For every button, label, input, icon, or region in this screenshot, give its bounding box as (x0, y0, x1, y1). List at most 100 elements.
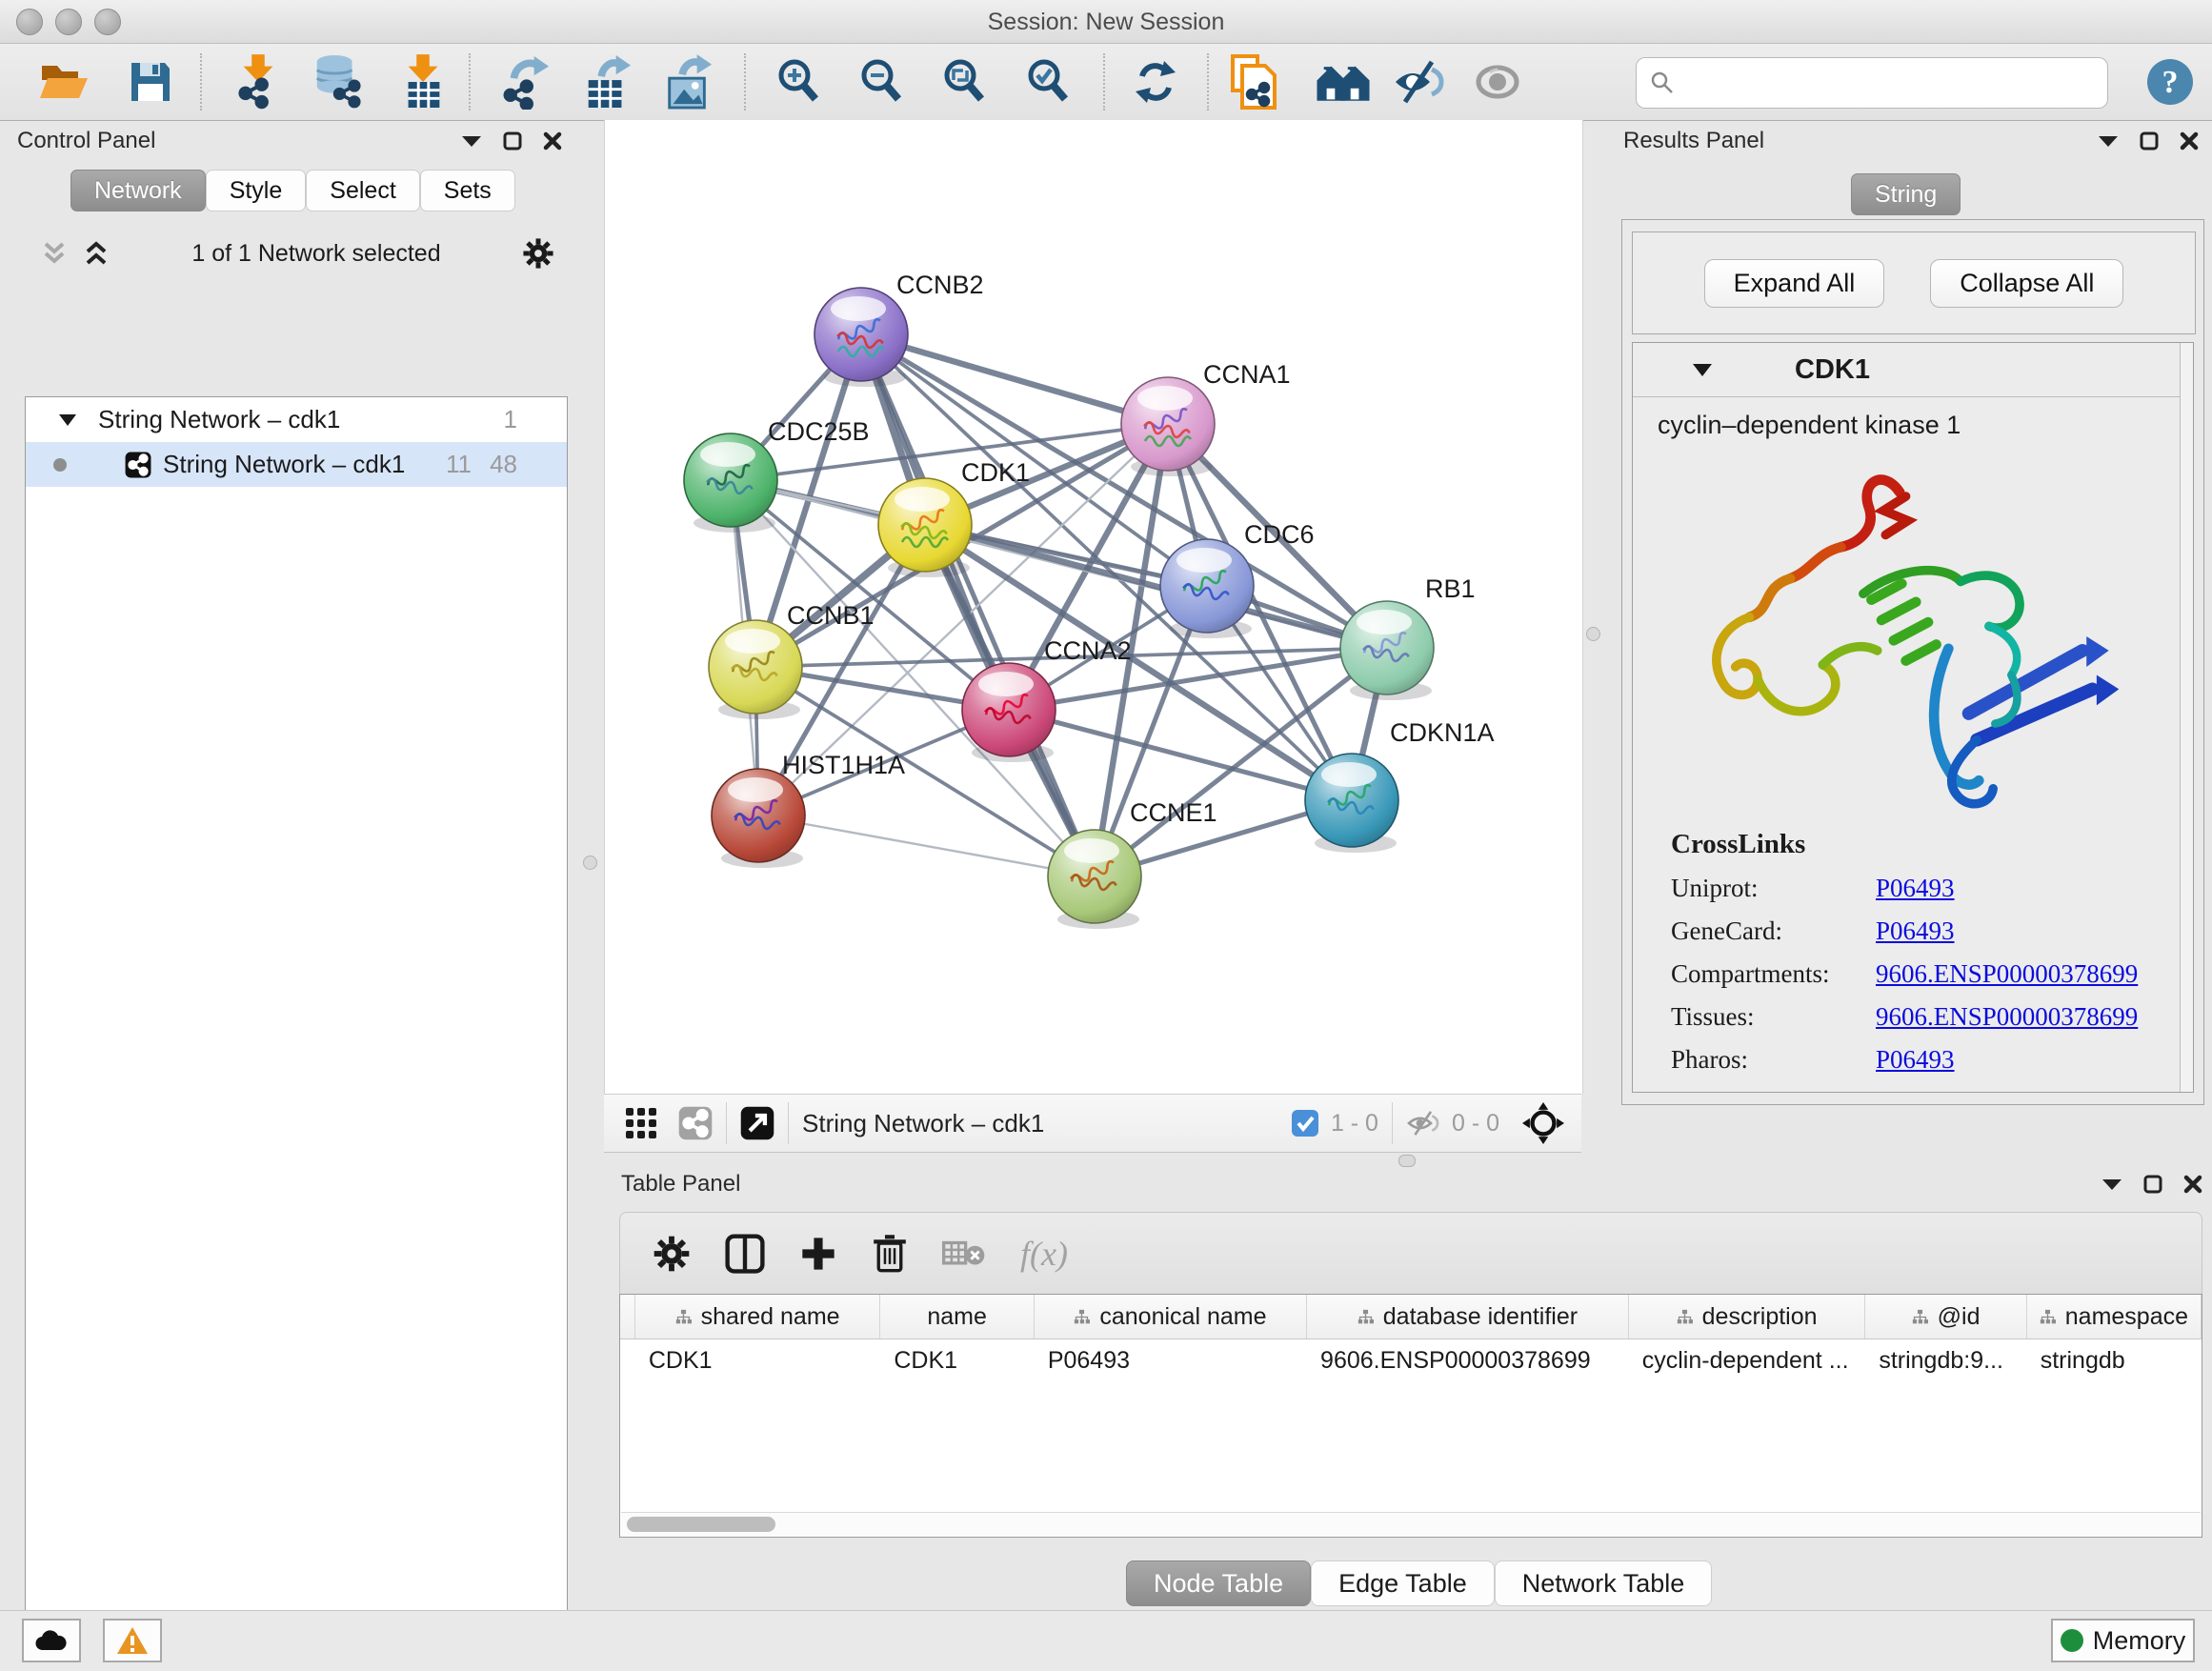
column-header-databaseidentifier[interactable]: database identifier (1307, 1295, 1629, 1339)
table-cell[interactable]: stringdb:9... (1865, 1339, 2026, 1381)
panel-menu-icon[interactable] (461, 134, 482, 148)
table-cell[interactable]: CDK1 (880, 1339, 1034, 1381)
column-header-namespace[interactable]: namespace (2027, 1295, 2202, 1339)
table-cell[interactable]: CDK1 (635, 1339, 881, 1381)
network-collection-row[interactable]: String Network – cdk1 1 (26, 397, 567, 442)
zoom-fit-icon[interactable] (937, 55, 991, 109)
delete-column-icon[interactable] (872, 1234, 908, 1274)
results-content-box: Expand All Collapse All CDK1 cyclin–depe… (1621, 219, 2204, 1105)
network-graph[interactable]: CCNB2CCNA1CDC25BCDK1CDC6RB1CCNB1CCNA2CDK… (605, 120, 1582, 1094)
import-network-database-icon[interactable] (312, 55, 365, 109)
clone-network-icon[interactable] (1227, 55, 1280, 109)
left-splitter-handle[interactable] (583, 856, 597, 870)
network-node-cdc25b[interactable]: CDC25B (684, 417, 870, 533)
selected-nodes-checkbox-icon[interactable] (1291, 1109, 1319, 1137)
import-table-icon[interactable] (396, 55, 450, 109)
add-column-icon[interactable] (799, 1235, 837, 1273)
table-row[interactable]: CDK1CDK1P064939606.ENSP00000378699cyclin… (620, 1339, 2202, 1381)
crosslink-value-link[interactable]: P06493 (1876, 916, 1955, 946)
open-file-icon[interactable] (38, 55, 91, 109)
collapse-all-networks-icon[interactable] (40, 239, 69, 268)
delete-table-icon[interactable] (942, 1238, 986, 1270)
network-options-gear-icon[interactable] (522, 237, 554, 270)
results-scrollbar[interactable] (2180, 343, 2193, 1092)
node-label: CDC6 (1244, 520, 1315, 549)
network-node-rb1[interactable]: RB1 (1340, 574, 1476, 700)
panel-close-icon[interactable] (2180, 131, 2199, 151)
panel-close-icon[interactable] (2183, 1175, 2202, 1194)
expand-all-networks-icon[interactable] (82, 239, 111, 268)
network-row-selected[interactable]: String Network – cdk1 11 48 (26, 442, 567, 487)
crosslink-value-link[interactable]: 9606.ENSP00000378699 (1876, 959, 2138, 989)
zoom-out-icon[interactable] (855, 55, 908, 109)
panel-float-icon[interactable] (2140, 131, 2159, 151)
refresh-icon[interactable] (1129, 55, 1182, 109)
crosslink-value-link[interactable]: P06493 (1876, 874, 1955, 903)
collapse-all-button[interactable]: Collapse All (1930, 259, 2123, 308)
tab-select[interactable]: Select (306, 170, 419, 211)
hidden-nodes-eye-icon[interactable] (1406, 1108, 1442, 1138)
table-cell[interactable]: 9606.ENSP00000378699 (1307, 1339, 1629, 1381)
expand-all-button[interactable]: Expand All (1704, 259, 1885, 308)
panel-menu-icon[interactable] (2098, 134, 2119, 148)
hide-annotations-icon[interactable] (1393, 55, 1446, 109)
entry-name: CDK1 (1795, 354, 1870, 386)
panel-close-icon[interactable] (543, 131, 562, 151)
show-columns-icon[interactable] (725, 1234, 765, 1274)
tab-edge-table[interactable]: Edge Table (1311, 1560, 1495, 1606)
table-cell[interactable]: stringdb (2027, 1339, 2202, 1381)
column-header-name[interactable]: name (880, 1295, 1034, 1339)
network-canvas[interactable]: CCNB2CCNA1CDC25BCDK1CDC6RB1CCNB1CCNA2CDK… (604, 120, 1583, 1094)
import-network-file-icon[interactable] (231, 55, 285, 109)
tab-sets[interactable]: Sets (420, 170, 515, 211)
export-network-icon[interactable] (498, 55, 552, 109)
column-header-sharedname[interactable]: shared name (635, 1295, 881, 1339)
crosslink-value-link[interactable]: P06493 (1876, 1045, 1955, 1075)
entry-collapse-icon[interactable] (1692, 363, 1713, 377)
tab-style[interactable]: Style (206, 170, 307, 211)
column-header-id[interactable]: @id (1865, 1295, 2026, 1339)
tab-network-table[interactable]: Network Table (1495, 1560, 1713, 1606)
crosslink-value-link[interactable]: 9606.ENSP00000378699 (1876, 1002, 2138, 1032)
node-label: CCNB2 (896, 271, 984, 299)
zoom-in-icon[interactable] (772, 55, 825, 109)
right-splitter-handle[interactable] (1586, 627, 1600, 641)
panel-float-icon[interactable] (2143, 1175, 2162, 1194)
export-table-icon[interactable] (580, 55, 633, 109)
search-input[interactable] (1675, 69, 2079, 97)
show-view-icon[interactable] (1472, 55, 1525, 109)
crosslink-row: GeneCard:P06493 (1671, 916, 2193, 946)
column-header-description[interactable]: description (1629, 1295, 1866, 1339)
network-node-hist1h1a[interactable]: HIST1H1A (712, 751, 905, 868)
entry-header[interactable]: CDK1 (1633, 343, 2193, 397)
column-header-canonicalname[interactable]: canonical name (1035, 1295, 1307, 1339)
collection-expand-icon[interactable] (58, 413, 77, 427)
table-horizontal-scrollbar[interactable] (621, 1512, 2201, 1536)
table-cell[interactable]: P06493 (1035, 1339, 1307, 1381)
network-node-cdkn1a[interactable]: CDKN1A (1305, 718, 1495, 853)
panel-float-icon[interactable] (503, 131, 522, 151)
tab-network[interactable]: Network (70, 170, 206, 211)
detach-view-icon[interactable] (740, 1106, 774, 1140)
help-icon[interactable]: ? (2143, 55, 2197, 109)
network-view-type-icon[interactable] (678, 1106, 713, 1140)
table-cell[interactable]: cyclin-dependent ... (1629, 1339, 1866, 1381)
birds-eye-toggle-icon[interactable] (1522, 1102, 1564, 1144)
function-builder-icon[interactable]: f(x) (1020, 1234, 1068, 1274)
crosslink-label: Pharos: (1671, 1045, 1876, 1075)
tab-node-table[interactable]: Node Table (1126, 1560, 1311, 1606)
scrollbar-thumb[interactable] (627, 1517, 775, 1532)
home-icon[interactable] (1317, 55, 1370, 109)
tab-string[interactable]: String (1851, 173, 1961, 215)
panel-menu-icon[interactable] (2101, 1178, 2122, 1191)
memory-button[interactable]: Memory (2051, 1619, 2195, 1662)
export-image-icon[interactable] (661, 55, 714, 109)
warning-button[interactable] (103, 1619, 162, 1662)
cloud-button[interactable] (22, 1619, 81, 1662)
save-session-icon[interactable] (124, 55, 177, 109)
network-node-ccne1[interactable]: CCNE1 (1048, 798, 1217, 929)
zoom-selected-icon[interactable] (1021, 55, 1075, 109)
grid-view-icon[interactable] (625, 1107, 657, 1139)
network-edge[interactable] (925, 525, 1387, 648)
table-options-gear-icon[interactable] (653, 1235, 691, 1273)
